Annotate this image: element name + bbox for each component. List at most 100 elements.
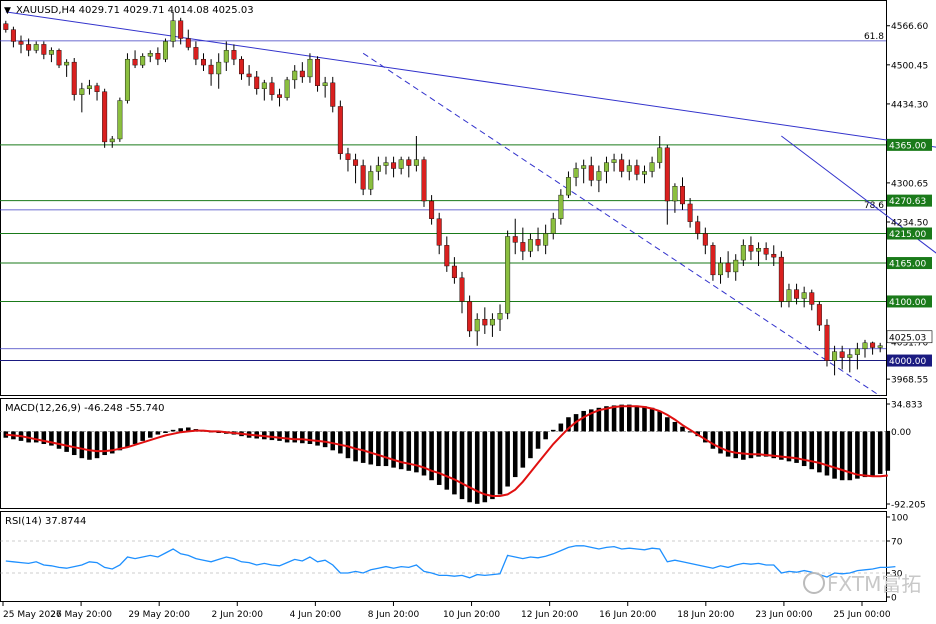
macd-histogram-bar	[611, 405, 617, 432]
macd-histogram-bar	[771, 431, 777, 459]
candle-body	[710, 245, 716, 276]
macd-histogram-bar	[170, 429, 176, 432]
level-price-label: 4165.00	[889, 260, 926, 270]
candle-body	[368, 171, 374, 190]
candle-body	[543, 233, 549, 246]
candle-body	[429, 200, 435, 219]
macd-histogram-bar	[627, 404, 632, 432]
candle-body	[193, 47, 199, 60]
candle-body	[18, 41, 24, 45]
candle-body	[657, 147, 663, 163]
time-tick-label: 2 Jun 20:00	[212, 610, 264, 620]
candle-body	[79, 88, 85, 95]
time-tick-label: 4 Jun 20:00	[290, 610, 342, 620]
macd-histogram-bar	[543, 431, 548, 440]
candle-body	[550, 218, 556, 234]
macd-histogram-bar	[535, 431, 541, 449]
macd-histogram-bar	[178, 428, 183, 432]
macd-histogram-bar	[862, 431, 868, 478]
macd-histogram-bar	[497, 431, 503, 495]
candle-body	[626, 165, 632, 172]
candle-body	[140, 56, 146, 66]
candle-body	[451, 265, 457, 279]
watermark-text: FXTM富拓	[827, 572, 921, 596]
symbol-header: XAUUSD,H4 4029.71 4029.71 4014.08 4025.0…	[16, 5, 254, 16]
time-tick-label: 23 Jun 00:00	[755, 610, 812, 620]
candle-body	[565, 177, 571, 196]
candle-body	[398, 159, 404, 169]
macd-histogram-bar	[505, 431, 510, 487]
candle-body	[360, 165, 366, 190]
candle-body	[48, 50, 54, 55]
current-price-label: 4025.03	[889, 333, 926, 343]
candle-body	[634, 165, 640, 175]
candle-body	[208, 64, 214, 75]
trend-line	[5, 11, 936, 148]
macd-histogram-bar	[634, 405, 640, 432]
candle-body	[86, 85, 92, 89]
macd-histogram-bar	[550, 429, 556, 432]
trend-line	[781, 135, 936, 254]
macd-histogram-bar	[79, 431, 85, 459]
candle-body	[467, 301, 473, 332]
candle-body	[155, 53, 161, 60]
candle-body	[109, 138, 115, 143]
candle-body	[763, 248, 769, 255]
candle-body	[322, 82, 328, 86]
candle-body	[330, 82, 336, 107]
candle-body	[337, 106, 343, 154]
macd-histogram-bar	[452, 431, 457, 495]
macd-histogram-bar	[817, 431, 822, 473]
candle-body	[162, 41, 168, 60]
candle-body	[664, 147, 670, 202]
macd-histogram-bar	[839, 431, 845, 481]
macd-histogram-bar	[482, 431, 488, 503]
candle-body	[444, 245, 450, 267]
macd-histogram-bar	[368, 431, 374, 465]
macd-histogram-bar	[870, 431, 875, 476]
macd-histogram-bar	[315, 431, 320, 446]
macd-histogram-bar	[642, 406, 647, 432]
candle-body	[824, 324, 830, 361]
candle-body	[375, 165, 381, 172]
candle-body	[185, 38, 191, 48]
macd-histogram-bar	[64, 431, 69, 452]
chart-canvas: 61.878.6 34.8330.00-92.205 10070300 4566…	[0, 0, 936, 620]
time-axis-group: 25 May 202627 May 20:00 29 May 20:00 2 Jun…	[2, 602, 891, 620]
macd-histogram-bar	[490, 431, 495, 500]
price-tick-label: 4300.65	[891, 179, 928, 189]
candle-body	[733, 259, 739, 273]
collapse-arrow-icon[interactable]: ▼	[4, 6, 11, 16]
candle-body	[877, 345, 883, 348]
macd-histogram-bar	[330, 431, 336, 451]
candle-body	[216, 61, 222, 75]
candle-body	[778, 256, 784, 302]
macd-group: 34.833 0.00 -92.205	[0, 401, 926, 511]
candle-body	[649, 162, 655, 172]
macd-histogram-bar	[558, 423, 564, 432]
macd-histogram-bar	[855, 431, 860, 479]
candle-body	[246, 73, 252, 78]
candle-body	[10, 29, 16, 42]
macd-histogram-bar	[284, 431, 290, 443]
price-tick-label: 4566.60	[891, 22, 928, 32]
macd-histogram-bar	[528, 431, 533, 459]
macd-histogram-bar	[672, 421, 678, 432]
price-axis-group: 4566.604500.454434.304300.654234.504031.…	[886, 22, 933, 386]
macd-histogram-bar	[125, 431, 130, 448]
macd-histogram-bar	[832, 431, 837, 479]
macd-histogram-bar	[132, 431, 138, 445]
level-price-label: 4100.00	[889, 298, 926, 308]
watermark-logo-icon	[803, 572, 825, 594]
candle-body	[809, 292, 815, 305]
candle-body	[33, 44, 39, 51]
candle-body	[292, 70, 298, 81]
candle-body	[147, 53, 153, 57]
macd-histogram-bar	[733, 431, 739, 459]
candle-body	[201, 58, 206, 66]
macd-histogram-bar	[292, 431, 298, 443]
watermark: FXTM富拓	[803, 572, 921, 596]
time-tick-label: 25 Jun 00:00	[833, 610, 890, 620]
macd-histogram-bar	[155, 431, 161, 435]
candle-body	[672, 186, 678, 202]
